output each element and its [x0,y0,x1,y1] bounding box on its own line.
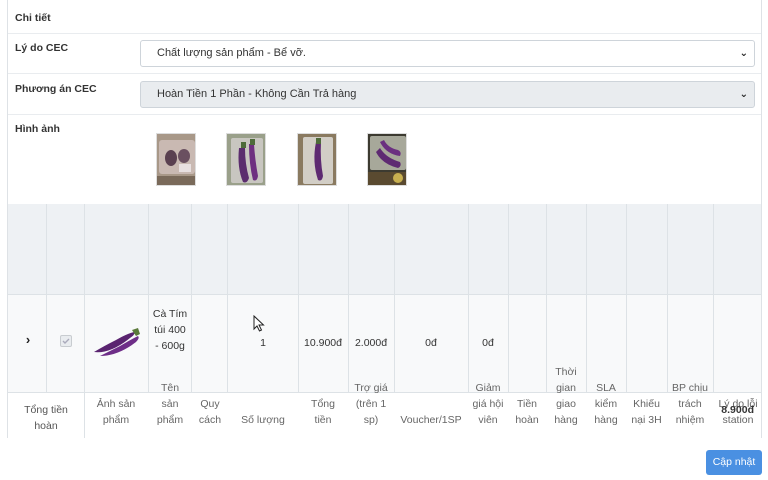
th-voucher: Voucher/1SP [400,414,462,426]
col-divider [191,204,192,392]
col-divider [468,204,469,392]
reason-label: Lý do CEC [15,42,69,54]
col-divider [667,204,668,392]
product-table: Ảnh sản phẩm Tên sản phẩm Quy cách Số lư… [8,204,761,438]
th-name: Tên sản phẩm [156,382,184,426]
th-delivery-time: Thời gian giao hàng [554,366,578,426]
product-voucher: 0đ [425,337,437,349]
product-thumbnail[interactable] [90,324,142,360]
col-divider [148,204,149,392]
th-complaint: Khiếu nại 3H [631,398,662,426]
mouse-cursor-icon [253,315,265,332]
product-photo-3[interactable] [297,133,337,186]
product-photo-4[interactable] [367,133,407,186]
chevron-down-icon: ⌄ [739,48,748,59]
check-icon [62,338,70,344]
update-button[interactable]: Cập nhật [706,450,762,475]
product-qty: 1 [260,337,266,349]
col-divider [84,204,85,438]
col-divider [394,204,395,392]
product-member-discount: 0đ [482,337,494,349]
col-divider [586,204,587,392]
table-header [8,204,761,294]
th-refund: Tiền hoàn [515,398,539,426]
row-checkbox[interactable] [60,335,72,347]
images-label: Hình ảnh [15,123,60,135]
plan-row: Phương án CEC Hoàn Tiền 1 Phần - Không C… [8,74,761,115]
detail-row: Chi tiết [8,0,761,34]
col-divider [46,204,47,392]
th-total: Tổng tiền [311,398,335,426]
cec-detail-panel: Chi tiết Lý do CEC Chất lượng sản phẩm -… [7,0,762,438]
expand-row-icon[interactable]: › [20,332,36,348]
th-qty: Số lượng [241,414,285,426]
col-divider [298,204,299,392]
col-divider [713,204,714,392]
col-divider [626,204,627,392]
th-member-discount: Giảm giá hội viên [472,382,504,426]
reason-select-value: Chất lượng sản phẩm - Bể vỡ. [157,47,306,59]
refund-total-value: 8.900đ [721,404,754,416]
col-divider [348,204,349,392]
col-divider [508,204,509,392]
product-photo-2[interactable] [226,133,266,186]
th-image: Ảnh sản phẩm [96,398,136,426]
product-subsidy: 2.000đ [354,337,388,349]
th-sla: SLA kiểm hàng [594,382,618,426]
reason-select[interactable]: Chất lượng sản phẩm - Bể vỡ. ⌄ [140,40,755,67]
product-name: Cà Tím túi 400 - 600g [152,308,188,352]
reason-row: Lý do CEC Chất lượng sản phẩm - Bể vỡ. ⌄ [8,34,761,74]
plan-select-value: Hoàn Tiền 1 Phần - Không Cần Trả hàng [157,88,357,100]
th-subsidy: Trợ giá (trên 1 sp) [354,382,388,426]
plan-label: Phương án CEC [15,83,97,95]
plan-select[interactable]: Hoàn Tiền 1 Phần - Không Cần Trả hàng ⌄ [140,81,755,108]
chevron-down-icon: ⌄ [739,89,748,100]
detail-label: Chi tiết [15,12,51,24]
product-total: 10.900đ [304,337,342,349]
refund-total-label: Tổng tiền hoàn [24,404,68,432]
col-divider [546,204,547,392]
product-photo-1[interactable] [156,133,196,186]
th-spec: Quy cách [198,398,222,426]
col-divider [227,204,228,392]
